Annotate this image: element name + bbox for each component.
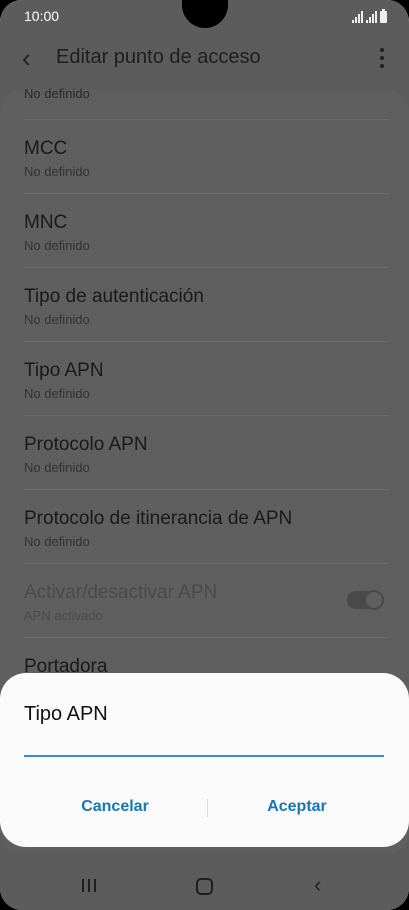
- home-icon[interactable]: [196, 878, 213, 895]
- item-label: Protocolo de itinerancia de APN: [24, 508, 293, 529]
- camera-notch: [182, 0, 228, 28]
- status-bar: 10:00: [0, 0, 409, 32]
- signal-icon: [352, 11, 363, 23]
- item-subtitle: No definido: [24, 460, 90, 475]
- item-label: MNC: [24, 212, 68, 233]
- page-title: Editar punto de acceso: [56, 46, 261, 68]
- app-bar: ‹ Editar punto de acceso: [0, 32, 409, 90]
- dialog-title: Tipo APN: [24, 703, 108, 725]
- item-subtitle: No definido: [24, 386, 90, 401]
- nav-back-icon[interactable]: ‹: [314, 874, 321, 896]
- back-arrow-icon[interactable]: ‹: [22, 45, 42, 71]
- signal-icon-2: [366, 11, 377, 23]
- list-item-apn-type[interactable]: Tipo APN No definido: [24, 342, 389, 416]
- more-options-icon[interactable]: [379, 48, 385, 68]
- item-label: Tipo APN: [24, 360, 104, 381]
- toggle-knob: [364, 590, 384, 610]
- item-label: Activar/desactivar APN: [24, 582, 218, 603]
- item-label: Tipo de autenticación: [24, 286, 204, 307]
- partial-item-subtitle: No definido: [24, 86, 90, 101]
- item-subtitle: No definido: [24, 238, 90, 253]
- list-item-auth-type[interactable]: Tipo de autenticación No definido: [24, 268, 389, 342]
- cancel-button[interactable]: Cancelar: [20, 789, 210, 825]
- list-item-apn-roaming-protocol[interactable]: Protocolo de itinerancia de APN No defin…: [24, 490, 389, 564]
- list-item-apn-protocol[interactable]: Protocolo APN No definido: [24, 416, 389, 490]
- list-item-mnc[interactable]: MNC No definido: [24, 194, 389, 268]
- list-item-mcc[interactable]: MCC No definido: [24, 120, 389, 194]
- item-subtitle: No definido: [24, 534, 90, 549]
- status-icons: [352, 9, 387, 23]
- apn-type-dialog: Tipo APN Cancelar Aceptar: [0, 673, 409, 847]
- item-subtitle: APN activado: [24, 608, 103, 623]
- accept-button[interactable]: Aceptar: [202, 789, 392, 825]
- apn-toggle-switch[interactable]: [347, 590, 384, 610]
- item-label: Protocolo APN: [24, 434, 148, 455]
- apn-type-input[interactable]: [24, 735, 384, 757]
- list-item-apn-toggle[interactable]: Activar/desactivar APN APN activado: [24, 564, 389, 638]
- item-label: MCC: [24, 138, 68, 159]
- recent-apps-icon[interactable]: [82, 879, 96, 892]
- navigation-bar: ‹: [0, 862, 409, 910]
- item-subtitle: No definido: [24, 312, 90, 327]
- status-time: 10:00: [24, 8, 60, 24]
- item-subtitle: No definido: [24, 164, 90, 179]
- battery-icon: [380, 9, 387, 23]
- screen: 10:00 ‹ Editar punto de acceso No defini…: [0, 0, 409, 910]
